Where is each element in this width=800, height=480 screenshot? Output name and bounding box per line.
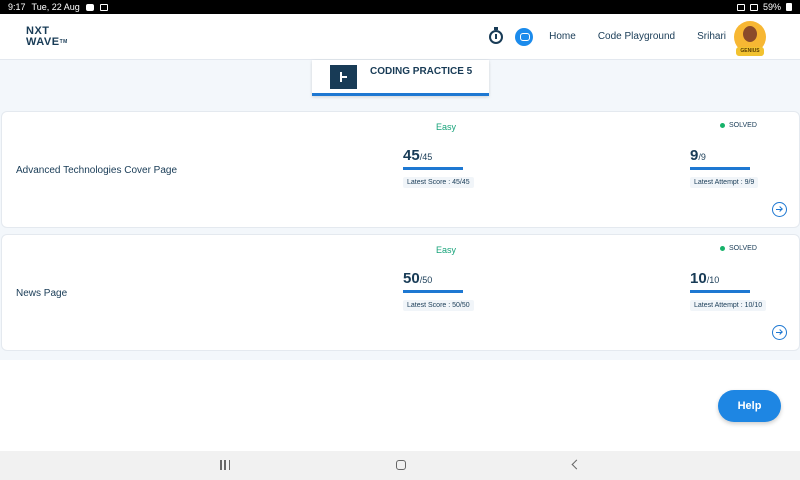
score-block: 50/50 Latest Score : 50/50: [403, 270, 474, 312]
nav-home-link[interactable]: Home: [549, 31, 576, 42]
battery-percent: 59%: [762, 2, 781, 12]
content-background: [0, 360, 800, 451]
help-button[interactable]: Help: [718, 390, 781, 422]
question-title[interactable]: Advanced Technologies Cover Page: [16, 165, 177, 176]
status-date: Tue, 22 Aug: [31, 2, 80, 12]
question-title[interactable]: News Page: [16, 288, 67, 299]
stopwatch-icon[interactable]: [489, 26, 504, 44]
wifi-icon: [749, 3, 758, 11]
practice-tab: CODING PRACTICE 5: [312, 60, 489, 96]
score-bar: [403, 290, 463, 293]
gallery-notification-icon: [99, 3, 108, 11]
attempt-bar: [690, 290, 750, 293]
logo-line2: WAVE: [26, 35, 60, 48]
attempt-total: /9: [698, 152, 706, 162]
message-notification-icon: [85, 3, 94, 11]
status-text: SOLVED: [729, 122, 757, 129]
score-value: 50: [403, 270, 420, 287]
header-nav: Home Code Playground Srihari GENIUS: [489, 20, 766, 56]
logo-tm: TM: [59, 38, 68, 45]
solved-dot-icon: [720, 246, 725, 251]
avatar-badge: GENIUS: [736, 46, 764, 56]
score-total: /50: [419, 275, 433, 285]
attempt-total: /10: [706, 275, 720, 285]
user-name[interactable]: Srihari: [697, 31, 726, 42]
nav-code-playground-link[interactable]: Code Playground: [598, 31, 675, 42]
alarm-icon: [736, 3, 745, 11]
score-value: 45: [403, 147, 420, 164]
attempt-bar: [690, 167, 750, 170]
difficulty-label: Easy: [436, 245, 457, 255]
attempt-value: 10: [690, 270, 707, 287]
score-bar: [403, 167, 463, 170]
status-badge: SOLVED: [720, 245, 757, 252]
attempt-block: 10/10 Latest Attempt : 10/10: [690, 270, 767, 312]
status-badge: SOLVED: [720, 122, 757, 129]
arrow-right-circle-icon[interactable]: [772, 325, 787, 340]
latest-score-pill: Latest Score : 50/50: [403, 300, 474, 311]
difficulty-label: Easy: [436, 122, 457, 132]
chat-icon[interactable]: [515, 27, 534, 46]
app-header: NXT WAVETM Home Code Playground Srihari …: [0, 14, 800, 60]
collapse-icon[interactable]: [330, 65, 357, 89]
nxtwave-logo[interactable]: NXT WAVETM: [26, 25, 68, 48]
battery-icon: [786, 3, 792, 11]
latest-score-pill: Latest Score : 45/45: [403, 177, 474, 188]
practice-title: CODING PRACTICE 5: [370, 66, 473, 77]
question-card[interactable]: News Page Easy SOLVED 50/50 Latest Score…: [1, 234, 800, 351]
attempt-block: 9/9 Latest Attempt : 9/9: [690, 147, 759, 189]
recents-icon[interactable]: [220, 460, 230, 470]
back-icon[interactable]: [571, 459, 582, 470]
status-bar: 9:17 Tue, 22 Aug 59%: [0, 0, 800, 14]
avatar[interactable]: GENIUS: [734, 20, 766, 56]
solved-dot-icon: [720, 123, 725, 128]
status-text: SOLVED: [729, 245, 757, 252]
question-card[interactable]: Advanced Technologies Cover Page Easy SO…: [1, 111, 800, 228]
status-time: 9:17: [8, 2, 26, 12]
score-total: /45: [419, 152, 433, 162]
score-block: 45/45 Latest Score : 45/45: [403, 147, 474, 189]
system-nav-bar: [0, 451, 800, 480]
arrow-right-circle-icon[interactable]: [772, 202, 787, 217]
latest-attempt-pill: Latest Attempt : 10/10: [690, 300, 767, 311]
home-icon[interactable]: [396, 460, 406, 470]
latest-attempt-pill: Latest Attempt : 9/9: [690, 177, 759, 188]
